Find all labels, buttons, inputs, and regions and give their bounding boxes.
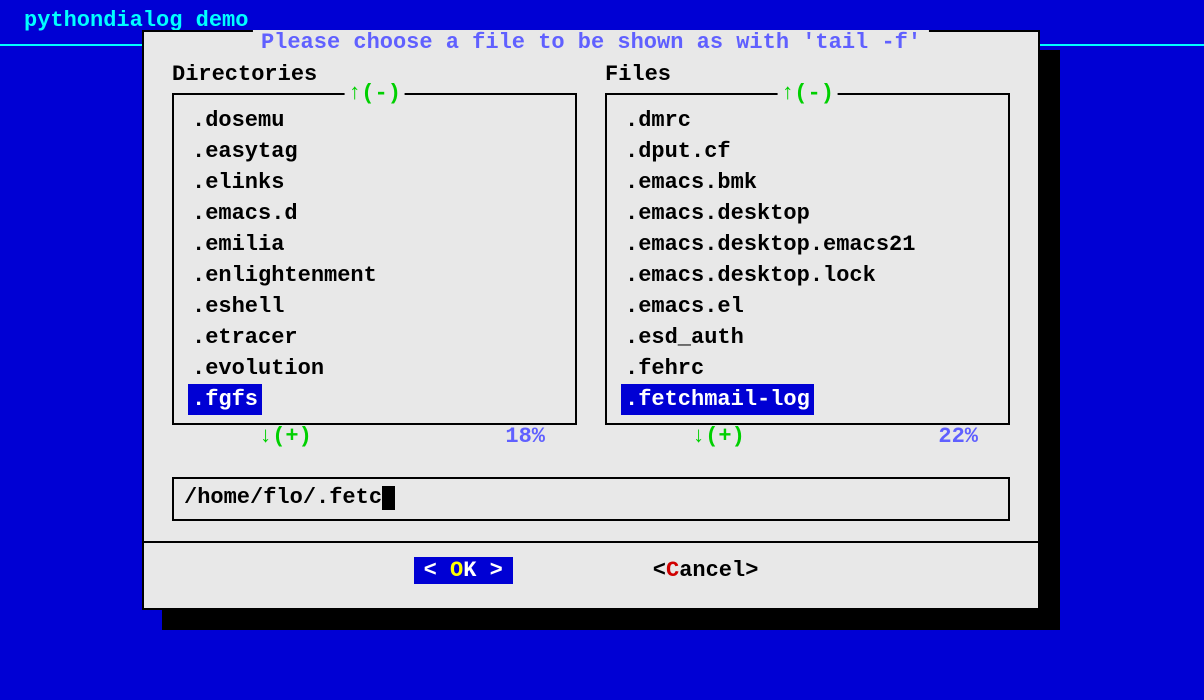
directories-scroll-footer: ↓(+) 18% <box>174 424 575 449</box>
list-item[interactable]: .emacs.el <box>621 291 748 322</box>
ok-button[interactable]: < OK > <box>414 557 513 584</box>
list-item[interactable]: .evolution <box>188 353 328 384</box>
scroll-up-icon[interactable]: ↑(-) <box>344 81 405 106</box>
directories-panel: Directories ↑(-) .dosemu.easytag.elinks.… <box>172 62 577 425</box>
panels-row: Directories ↑(-) .dosemu.easytag.elinks.… <box>144 32 1038 437</box>
directories-items: .dosemu.easytag.elinks.emacs.d.emilia.en… <box>188 105 561 415</box>
directories-listbox[interactable]: ↑(-) .dosemu.easytag.elinks.emacs.d.emil… <box>172 93 577 425</box>
directories-scroll-pct: 18% <box>505 424 565 449</box>
list-item[interactable]: .fgfs <box>188 384 262 415</box>
list-item[interactable]: .emacs.bmk <box>621 167 761 198</box>
list-item[interactable]: .esd_auth <box>621 322 748 353</box>
list-item[interactable]: .dmrc <box>621 105 695 136</box>
list-item[interactable]: .fetchmail-log <box>621 384 814 415</box>
list-item[interactable]: .emacs.desktop.emacs21 <box>621 229 919 260</box>
cancel-button[interactable]: <Cancel> <box>643 557 769 584</box>
scroll-up-icon[interactable]: ↑(-) <box>777 81 838 106</box>
files-listbox[interactable]: ↑(-) .dmrc.dput.cf.emacs.bmk.emacs.deskt… <box>605 93 1010 425</box>
file-select-dialog: Please choose a file to be shown as with… <box>142 30 1040 610</box>
button-divider <box>144 541 1038 543</box>
list-item[interactable]: .elinks <box>188 167 288 198</box>
files-scroll-footer: ↓(+) 22% <box>607 424 1008 449</box>
list-item[interactable]: .etracer <box>188 322 302 353</box>
path-input[interactable]: /home/flo/.fetc <box>172 477 1010 521</box>
text-cursor <box>382 486 395 510</box>
list-item[interactable]: .dput.cf <box>621 136 735 167</box>
list-item[interactable]: .dosemu <box>188 105 288 136</box>
files-panel: Files ↑(-) .dmrc.dput.cf.emacs.bmk.emacs… <box>605 62 1010 425</box>
list-item[interactable]: .fehrc <box>621 353 708 384</box>
list-item[interactable]: .emilia <box>188 229 288 260</box>
button-row: < OK > <Cancel> <box>144 557 1038 584</box>
list-item[interactable]: .emacs.desktop <box>621 198 814 229</box>
files-items: .dmrc.dput.cf.emacs.bmk.emacs.desktop.em… <box>621 105 994 415</box>
dialog-title: Please choose a file to be shown as with… <box>253 30 929 55</box>
path-input-value: /home/flo/.fetc <box>184 485 382 510</box>
list-item[interactable]: .emacs.d <box>188 198 302 229</box>
list-item[interactable]: .emacs.desktop.lock <box>621 260 880 291</box>
scroll-down-icon[interactable]: ↓(+) <box>617 424 745 449</box>
list-item[interactable]: .enlightenment <box>188 260 381 291</box>
files-scroll-pct: 22% <box>938 424 998 449</box>
scroll-down-icon[interactable]: ↓(+) <box>184 424 312 449</box>
list-item[interactable]: .eshell <box>188 291 288 322</box>
list-item[interactable]: .easytag <box>188 136 302 167</box>
